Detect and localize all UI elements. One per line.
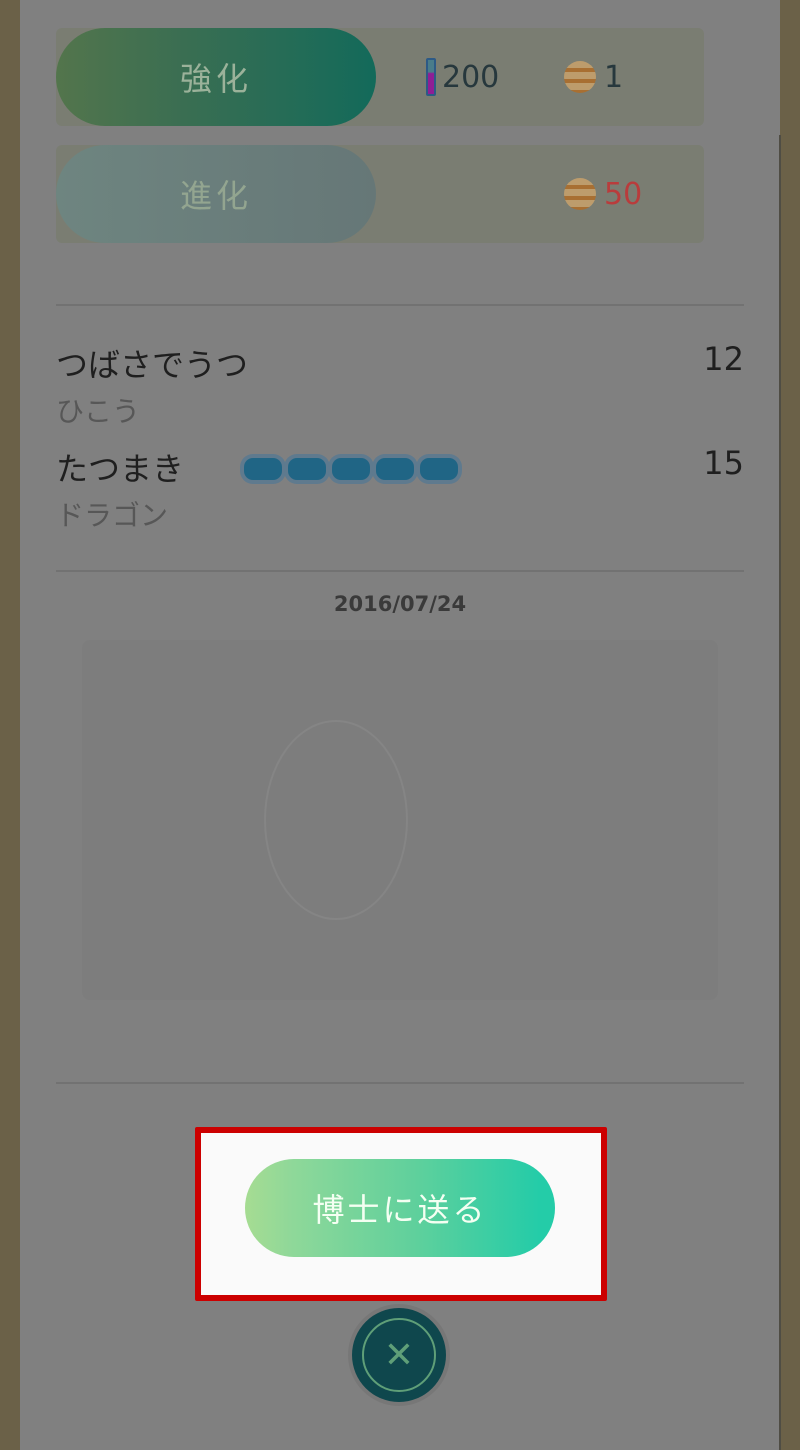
stardust-cost: 200: [426, 28, 499, 126]
move-power: 12: [703, 340, 744, 378]
stardust-icon: [426, 58, 436, 96]
transfer-label: 博士に送る: [312, 1192, 488, 1228]
move-type: ドラゴン: [56, 499, 169, 532]
charge-move: たつまき ドラゴン 15: [56, 444, 744, 534]
location-card: [82, 640, 718, 1000]
evolve-candy-cost: 50: [564, 145, 642, 243]
move-name: つばさでうつ: [56, 346, 249, 384]
close-button[interactable]: ✕: [352, 1308, 446, 1402]
move-type: ひこう: [56, 395, 141, 428]
candy-cost: 1: [564, 28, 623, 126]
divider: [56, 570, 744, 572]
evolve-label: 進化: [179, 177, 252, 215]
evolve-candy-cost-value: 50: [604, 176, 643, 212]
evolve-button[interactable]: 進化: [56, 145, 376, 243]
fast-move: つばさでうつ ひこう 12: [56, 340, 744, 430]
caught-date: 2016/07/24: [333, 592, 467, 616]
energy-bar: [332, 458, 370, 480]
candy-icon: [564, 178, 596, 210]
location-placeholder-icon: [264, 720, 408, 920]
close-icon: ✕: [383, 1334, 415, 1376]
stardust-cost-value: 200: [442, 59, 500, 95]
transfer-button[interactable]: 博士に送る: [245, 1159, 555, 1257]
power-up-label: 強化: [179, 60, 252, 98]
energy-bar: [420, 458, 458, 480]
candy-cost-value: 1: [604, 59, 624, 95]
power-up-row: 強化 200 1: [56, 28, 704, 126]
divider: [56, 304, 744, 306]
divider: [56, 1082, 744, 1084]
energy-bar: [288, 458, 326, 480]
move-power: 15: [703, 444, 744, 482]
energy-bar: [376, 458, 414, 480]
evolve-row: 進化 50: [56, 145, 704, 243]
candy-icon: [564, 61, 596, 93]
energy-bar: [244, 458, 282, 480]
scrollbar[interactable]: [779, 135, 781, 1450]
power-up-button[interactable]: 強化: [56, 28, 376, 126]
energy-bars: [244, 458, 458, 480]
highlight-box: 博士に送る: [195, 1127, 607, 1301]
